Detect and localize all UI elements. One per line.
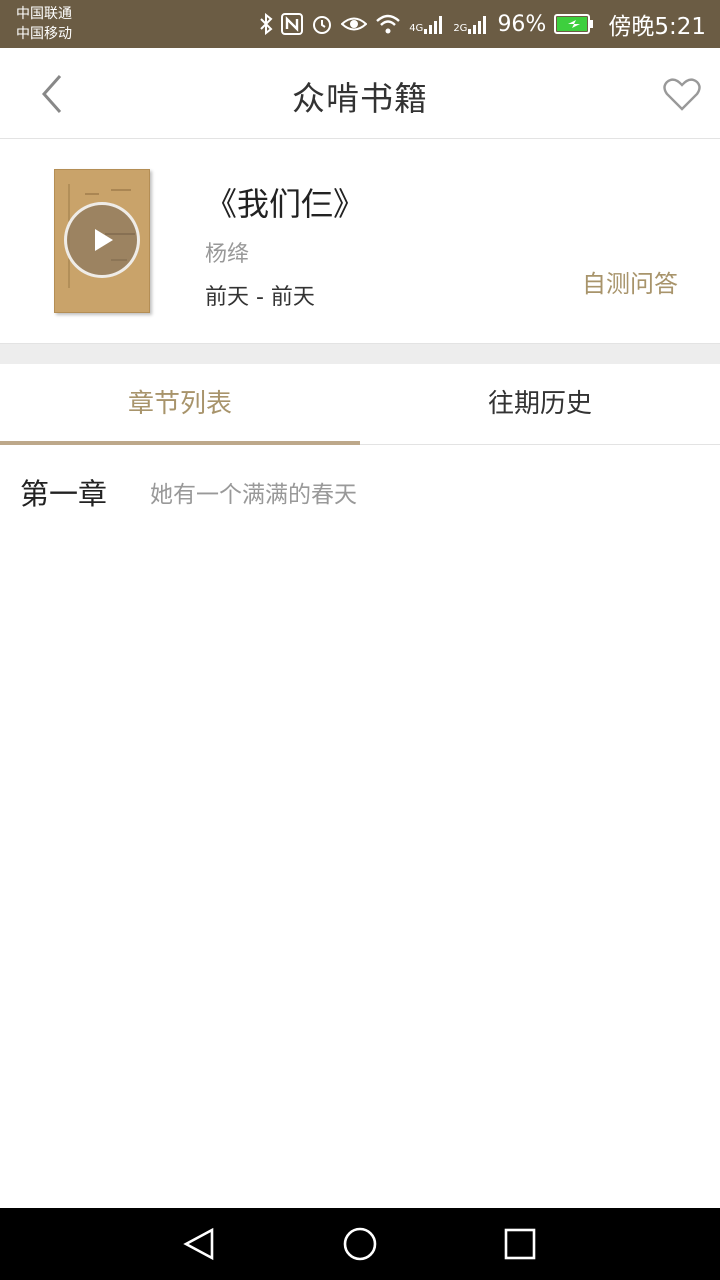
signal-icon: 4G: [409, 13, 445, 35]
tab-chapter-list[interactable]: 章节列表: [0, 364, 360, 445]
clock: 傍晚5:21: [608, 14, 706, 40]
triangle-back-icon: [183, 1227, 214, 1261]
tab-label: 章节列表: [127, 389, 232, 419]
tab-label: 往期历史: [487, 389, 592, 419]
nav-recents-button[interactable]: [500, 1224, 540, 1264]
chapter-title: 她有一个满满的春天: [150, 482, 357, 508]
status-bar: 中国联通 中国移动 4G 2G 96% 傍晚5:21: [0, 0, 720, 48]
book-card: 《我们仨》 杨绛 前天 - 前天 自测问答: [0, 139, 720, 344]
nav-back-button[interactable]: [180, 1224, 220, 1264]
bluetooth-icon: [259, 13, 273, 35]
book-dates: 前天 - 前天: [205, 285, 315, 310]
chapter-number: 第一章: [20, 477, 108, 511]
status-icons: 4G 2G 96% 傍晚5:21: [259, 0, 706, 48]
circle-home-icon: [343, 1227, 377, 1261]
book-author: 杨绛: [205, 242, 250, 267]
play-icon: [95, 229, 113, 251]
section-divider: [0, 344, 720, 364]
play-button[interactable]: [64, 202, 140, 278]
battery-icon: [554, 13, 594, 35]
app-header: 众啃书籍: [0, 48, 720, 139]
square-recents-icon: [504, 1228, 536, 1260]
nfc-icon: [281, 13, 304, 35]
tab-history[interactable]: 往期历史: [360, 364, 720, 444]
alarm-icon: [311, 13, 333, 35]
self-quiz-button[interactable]: 自测问答: [582, 264, 678, 299]
book-title: 《我们仨》: [205, 185, 366, 223]
carrier-1: 中国联通: [16, 6, 72, 22]
eye-comfort-icon: [341, 14, 368, 34]
system-nav-bar: [0, 1208, 720, 1280]
wifi-icon: [375, 13, 401, 35]
carrier-2: 中国移动: [16, 26, 72, 42]
network-type-2: 2G: [453, 23, 468, 34]
nav-home-button[interactable]: [340, 1224, 380, 1264]
favorite-button[interactable]: [662, 74, 702, 114]
signal-icon-2: 2G: [453, 13, 489, 35]
list-item[interactable]: 第一章 她有一个满满的春天: [0, 445, 720, 533]
heart-outline-icon: [663, 78, 701, 111]
screen: 中国联通 中国移动 4G 2G 96% 傍晚5:21 众啃书籍 《我们仨》 杨绛…: [0, 0, 720, 1280]
tab-bar: 章节列表 往期历史: [0, 364, 720, 445]
chapter-list: 第一章 她有一个满满的春天: [0, 445, 720, 533]
page-title: 众啃书籍: [292, 79, 428, 118]
battery-percent: 96%: [497, 11, 547, 37]
network-type-1: 4G: [409, 23, 424, 34]
carrier-info: 中国联通 中国移动: [16, 4, 72, 44]
